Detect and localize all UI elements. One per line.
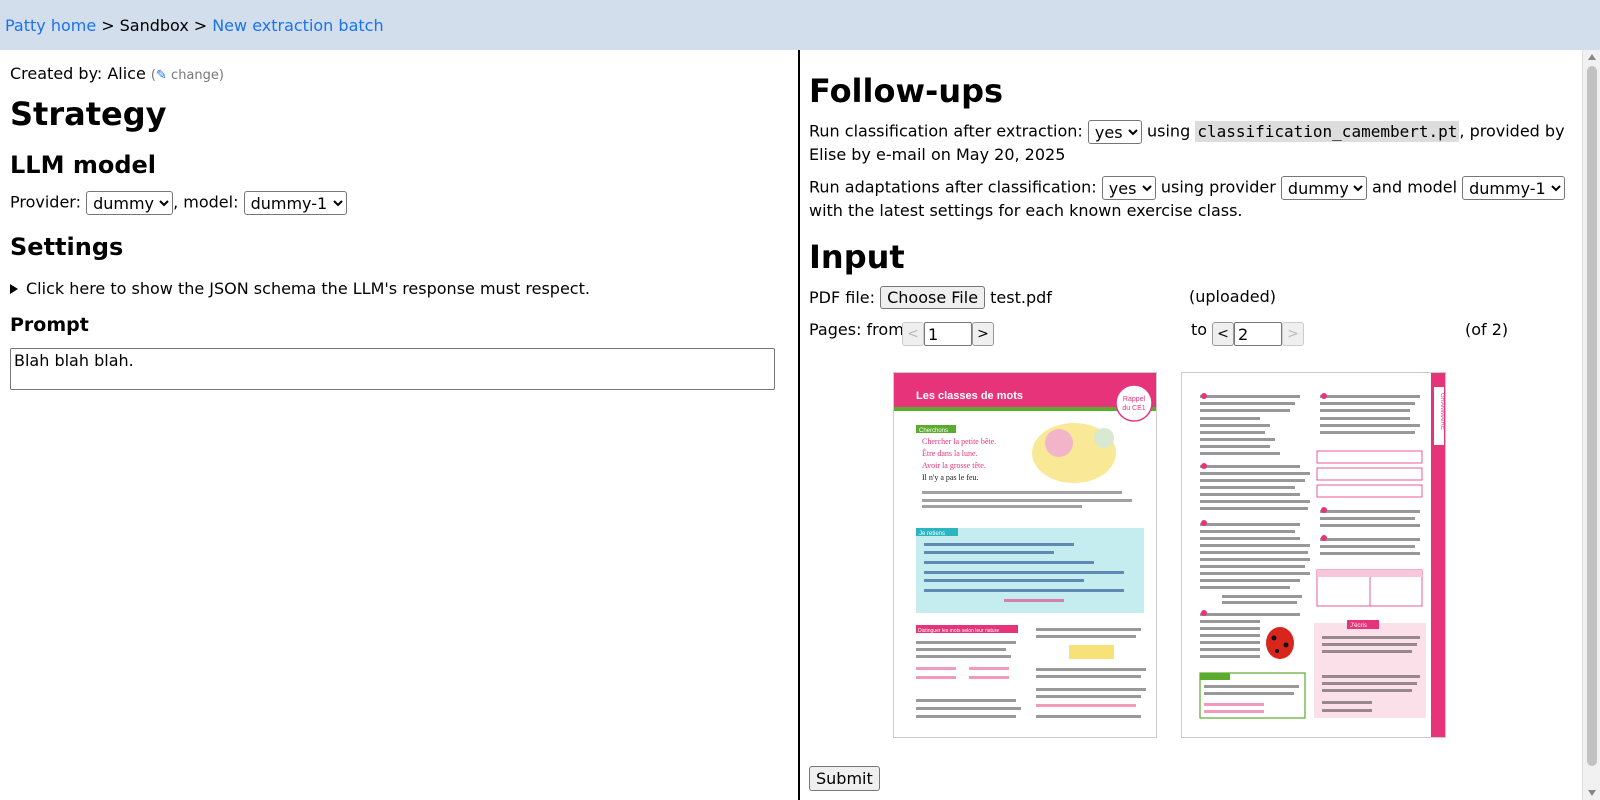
- change-author-link[interactable]: (✎ change): [151, 68, 224, 83]
- pdf-distinguer: Distinguer les mots selon leur nature: [918, 628, 999, 634]
- breadcrumb-sandbox: Sandbox: [119, 15, 189, 35]
- pdf-line4: Il n'y a pas le feu.: [922, 473, 979, 482]
- model-select[interactable]: dummy-1: [243, 191, 347, 215]
- vertical-scrollbar[interactable]: [1582, 50, 1600, 800]
- settings-title: Settings: [10, 233, 124, 261]
- breadcrumb-home-link[interactable]: Patty home: [5, 16, 96, 35]
- breadcrumb-separator: >: [101, 15, 115, 35]
- pdf-cherchons: Cherchons: [919, 428, 948, 434]
- breadcrumb-separator: >: [193, 15, 208, 35]
- adaptation-row: Run adaptations after classification: ye…: [809, 176, 1573, 222]
- provider-select[interactable]: dummy: [86, 191, 174, 215]
- scrollbar-thumb[interactable]: [1587, 66, 1597, 766]
- pdf-line3: Avoir la grosse tête.: [922, 461, 986, 470]
- pdf-badge-line2: du CE1: [1122, 405, 1145, 412]
- adaptation-suffix: with the latest settings for each known …: [809, 201, 1243, 220]
- classification-label: Run classification after extraction:: [809, 121, 1083, 141]
- page-to-prev-button[interactable]: <: [1212, 322, 1234, 346]
- adaptation-provider-select[interactable]: dummy: [1280, 176, 1367, 200]
- file-name: test.pdf: [990, 288, 1052, 307]
- pdf-header-text: Les classes de mots: [916, 390, 1023, 402]
- page-from-input[interactable]: [924, 322, 972, 346]
- page-to-next-button[interactable]: >: [1282, 322, 1304, 346]
- pdf-page-1-image: Les classes de mots Rappel du CE1 Cherch…: [894, 373, 1156, 718]
- model-label: , model:: [173, 192, 239, 212]
- pdf-page-preview-2: GRAMMAIRE J'écris: [1181, 372, 1446, 738]
- page-to-input[interactable]: [1234, 322, 1282, 346]
- prompt-textarea[interactable]: Blah blah blah.: [10, 348, 775, 390]
- pdf-badge-line1: Rappel: [1123, 396, 1146, 403]
- strategy-title: Strategy: [10, 95, 167, 133]
- pdf-page-2-image: GRAMMAIRE J'écris: [1199, 373, 1445, 737]
- classification-using: using: [1147, 121, 1191, 141]
- breadcrumb: Patty home > Sandbox > New extraction ba…: [0, 0, 1600, 50]
- details-summary[interactable]: Click here to show the JSON schema the L…: [26, 279, 590, 298]
- pages-total: (of 2): [1465, 320, 1509, 339]
- submit-area: Submit: [809, 766, 880, 791]
- created-by-text: Created by: Alice: [10, 64, 146, 83]
- adaptation-model-label: and model: [1372, 177, 1458, 197]
- adaptation-label: Run adaptations after classification:: [809, 177, 1097, 197]
- pages-from-label: Pages: from: [809, 320, 904, 339]
- page-from-controls: <>: [902, 322, 994, 346]
- pages-to-label: to: [1191, 320, 1208, 339]
- json-schema-details-toggle[interactable]: Click here to show the JSON schema the L…: [10, 279, 788, 298]
- classification-model-name: classification_camembert.pt: [1195, 120, 1460, 142]
- page-to-controls: <>: [1212, 322, 1304, 346]
- uploaded-status: (uploaded): [1189, 287, 1276, 306]
- pdf-file-label: PDF file:: [809, 288, 876, 307]
- adaptation-select[interactable]: yes: [1101, 176, 1156, 200]
- pdf-line2: Être dans la lune.: [922, 448, 978, 458]
- breadcrumb-current-link[interactable]: New extraction batch: [212, 16, 383, 35]
- page-from-next-button[interactable]: >: [972, 322, 994, 346]
- pdf-jecris: J'écris: [1350, 623, 1367, 629]
- pdf-page-preview-1: Les classes de mots Rappel du CE1 Cherch…: [893, 372, 1157, 738]
- adaptation-model-select[interactable]: dummy-1: [1462, 176, 1566, 200]
- llm-model-title: LLM model: [10, 151, 157, 179]
- pencil-icon: ✎: [156, 68, 167, 83]
- input-title: Input: [809, 238, 905, 276]
- pdf-side-label: GRAMMAIRE: [1439, 393, 1445, 430]
- pages-range-row: Pages: from <> to <> (of 2): [809, 320, 1573, 346]
- submit-button[interactable]: Submit: [809, 766, 880, 791]
- choose-file-button[interactable]: Choose File: [880, 286, 986, 309]
- created-by: Created by: Alice (✎ change): [10, 64, 788, 83]
- pdf-line1: Chercher la petite bête.: [922, 437, 996, 446]
- page-from-prev-button[interactable]: <: [902, 322, 924, 346]
- change-label[interactable]: change: [171, 68, 219, 83]
- strategy-panel: Created by: Alice (✎ change) Strategy LL…: [0, 50, 800, 800]
- disclosure-triangle-icon[interactable]: [10, 283, 18, 294]
- scroll-down-icon[interactable]: [1588, 790, 1596, 796]
- provider-label: Provider:: [10, 192, 81, 212]
- pdf-jeretiens: Je retiens: [919, 531, 945, 537]
- prompt-title: Prompt: [10, 314, 89, 336]
- paren-close: ): [218, 68, 224, 83]
- classification-select[interactable]: yes: [1087, 120, 1142, 144]
- scroll-up-icon[interactable]: [1588, 54, 1596, 60]
- followups-title: Follow-ups: [809, 72, 1004, 110]
- adaptation-provider-label: using provider: [1160, 177, 1276, 197]
- classification-row: Run classification after extraction: yes…: [809, 120, 1573, 166]
- pdf-file-row: PDF file: Choose File test.pdf (uploaded…: [809, 286, 1573, 310]
- provider-row: Provider: dummy , model: dummy-1: [10, 191, 788, 215]
